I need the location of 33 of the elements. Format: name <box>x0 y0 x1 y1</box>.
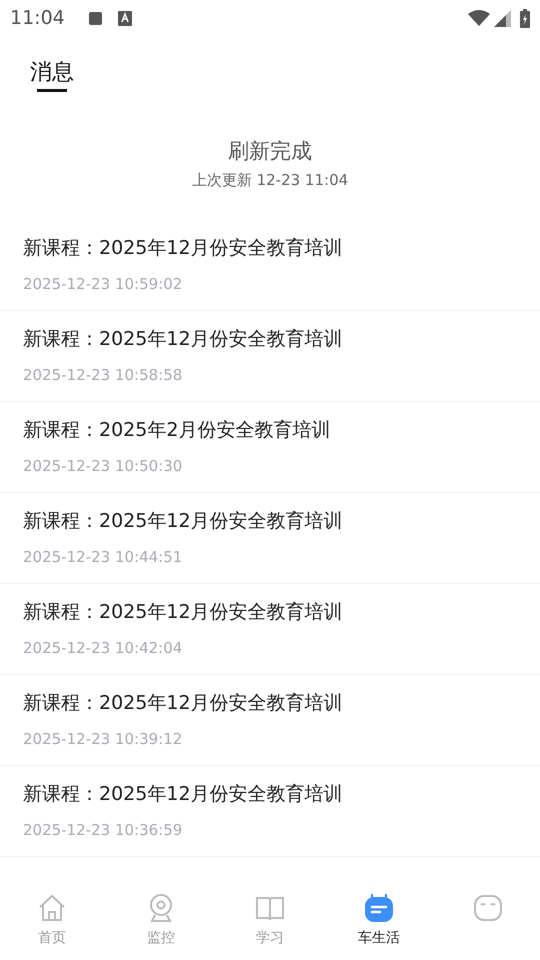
message-time: 2025-12-23 10:36:59 <box>23 820 182 840</box>
page-title: 消息 <box>30 60 74 85</box>
stop-icon <box>88 12 102 24</box>
keyboard-icon <box>118 10 132 26</box>
message-title: 新课程：2025年2月份安全教育培训 <box>23 418 330 443</box>
message-item[interactable]: 新课程：2025年12月份安全教育培训 2025-12-23 10:42:04 <box>0 584 540 675</box>
message-title: 新课程：2025年12月份安全教育培训 <box>23 236 343 261</box>
message-item[interactable]: 新课程：2025年12月份安全教育培训 2025-12-23 10:44:51 <box>0 493 540 584</box>
message-time: 2025-12-23 10:59:02 <box>23 274 182 294</box>
message-time: 2025-12-23 10:44:51 <box>23 546 182 568</box>
calendar-icon <box>363 892 395 924</box>
message-time: 2025-12-23 10:39:12 <box>23 728 182 750</box>
message-title: 新课程：2025年12月份安全教育培训 <box>23 327 343 352</box>
message-time: 2025-12-23 10:42:04 <box>23 638 182 658</box>
smiley-icon <box>472 892 504 924</box>
message-title: 新课程：2025年12月份安全教育培训 <box>23 782 343 807</box>
nav-tab[interactable]: 车生活 <box>327 888 431 960</box>
message-title: 新课程：2025年12月份安全教育培训 <box>23 600 343 625</box>
refresh-status: 刷新完成 <box>228 138 312 165</box>
signal-icon <box>494 10 512 26</box>
message-title: 新课程：2025年12月份安全教育培训 <box>23 691 343 716</box>
battery-icon <box>520 8 530 28</box>
message-item[interactable]: 新课程：2025年12月份安全教育培训 2025-12-23 10:39:12 <box>0 675 540 766</box>
message-title: 新课程：2025年12月份安全教育培训 <box>23 509 343 534</box>
message-item[interactable]: 新课程：2025年12月份安全教育培训 2025-12-23 10:58:58 <box>0 311 540 402</box>
status-time: 11:04 <box>10 6 65 31</box>
message-time: 2025-12-23 10:50:30 <box>23 456 182 476</box>
message-item[interactable]: 新课程：2025年12月份安全教育培训 2025-12-23 10:36:59 <box>0 766 540 857</box>
message-item[interactable]: 新课程：2025年2月份安全教育培训 2025-12-23 10:50:30 <box>0 402 540 493</box>
wifi-icon <box>468 10 490 26</box>
message-item[interactable]: 新课程：2025年12月份安全教育培训 2025-12-23 10:59:02 <box>0 220 540 311</box>
message-time: 2025-12-23 10:58:58 <box>23 364 182 386</box>
last-update-time: 上次更新 12-23 11:04 <box>192 170 348 190</box>
